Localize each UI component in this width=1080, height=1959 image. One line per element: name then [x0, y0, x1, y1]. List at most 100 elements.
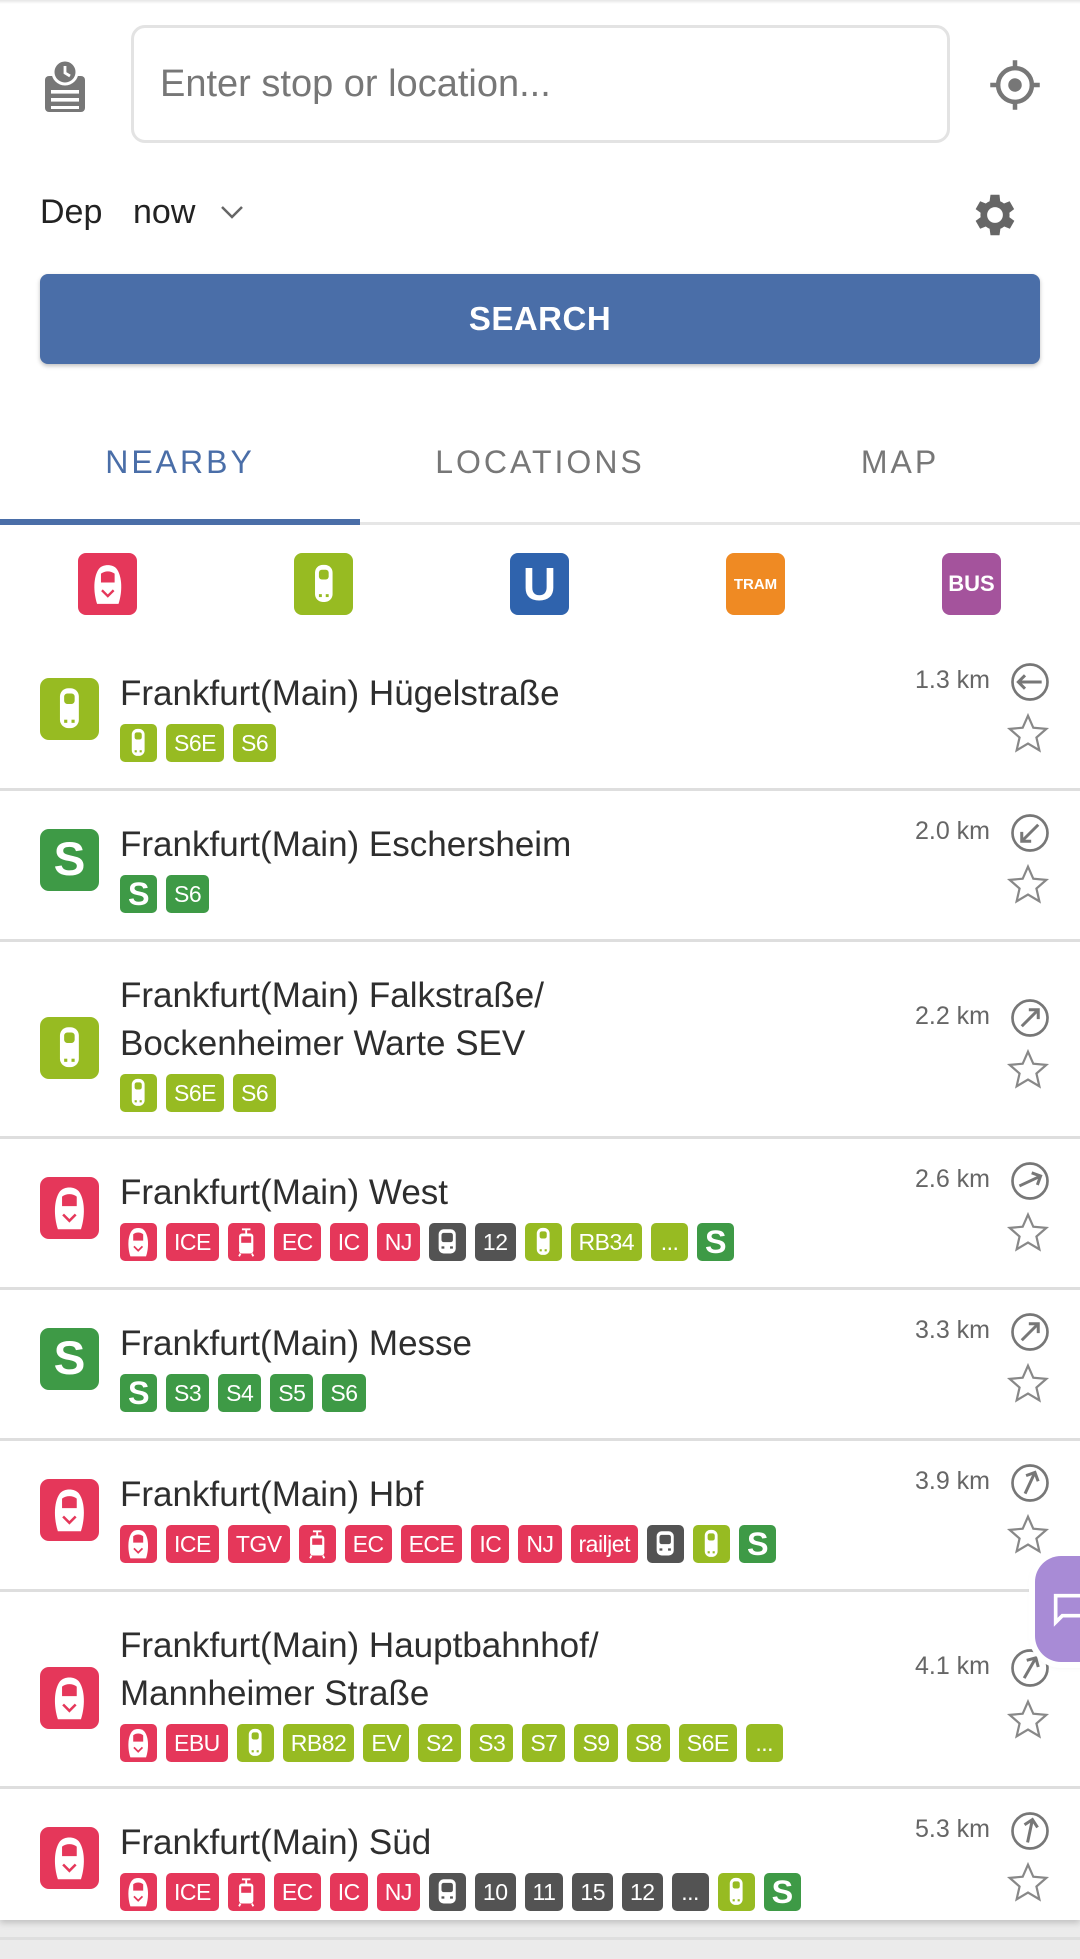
distance: 3.9 km — [914, 1467, 990, 1495]
line-badge: S6 — [232, 724, 277, 762]
station-name: Frankfurt(Main) West — [120, 1173, 449, 1212]
favorite-star-icon[interactable] — [1006, 1362, 1050, 1406]
line-badge: NJ — [376, 1873, 420, 1911]
sbahn-icon: S — [697, 1223, 735, 1261]
station-row[interactable]: Frankfurt(Main) Hbf ICE TGV EC ECE IC NJ railje… — [0, 1441, 1080, 1592]
line-badge: RB82 — [282, 1724, 355, 1762]
direction-arrow-icon — [1011, 1162, 1049, 1200]
line-badges: S S6 — [120, 875, 950, 913]
filter-ubahn-icon[interactable]: U — [510, 553, 569, 615]
favorite-star-icon[interactable] — [1006, 1211, 1050, 1255]
station-name: Frankfurt(Main) Eschersheim — [120, 825, 572, 864]
sbahn-logo-text: S — [127, 875, 150, 912]
ubahn-icon: U — [522, 558, 557, 610]
line-badge: IC — [329, 1873, 368, 1911]
tab-bar: NEARBY LOCATIONS MAP — [0, 420, 1080, 525]
line-badge: ... — [671, 1873, 709, 1911]
favorite-star-icon[interactable] — [1006, 712, 1050, 756]
search-button[interactable]: SEARCH — [40, 274, 1040, 364]
line-badges: ICE EC IC NJ 10 11 15 12... S — [120, 1873, 950, 1911]
line-badge: EC — [344, 1525, 392, 1563]
distance: 3.3 km — [914, 1316, 990, 1344]
station-row[interactable]: Frankfurt(Main) Hauptbahnhof/ Mannheimer… — [0, 1592, 1080, 1789]
line-badge: 10 — [474, 1873, 516, 1911]
direction-arrow-icon — [1011, 663, 1049, 701]
line-badge: S2 — [418, 1724, 462, 1762]
sbahn-icon: S — [738, 1525, 776, 1563]
filter-bus-icon[interactable]: BUS — [942, 553, 1001, 615]
favorite-star-icon[interactable] — [1006, 863, 1050, 907]
filter-regional-train-icon[interactable] — [294, 553, 353, 615]
departure-mode-label[interactable]: Dep — [40, 193, 102, 232]
line-badges: S6E S6 — [120, 724, 950, 762]
favorite-star-icon[interactable] — [1006, 1698, 1050, 1742]
favorite-star-icon[interactable] — [1006, 1513, 1050, 1557]
ice-icon — [120, 1223, 157, 1261]
favorite-star-icon[interactable] — [1006, 1861, 1050, 1905]
station-name: Frankfurt(Main) Hbf — [120, 1475, 424, 1514]
station-row[interactable]: Frankfurt(Main) West ICE EC IC NJ 12 RB34... S 2… — [0, 1139, 1080, 1290]
time-select[interactable]: now — [133, 193, 195, 232]
favorite-star-icon[interactable] — [1006, 1048, 1050, 1092]
tab-nearby[interactable]: NEARBY — [0, 420, 360, 525]
bus-icon — [428, 1223, 466, 1261]
line-badge: EBU — [166, 1724, 228, 1762]
regional-station-icon — [40, 1017, 99, 1079]
distance: 2.6 km — [914, 1165, 990, 1193]
line-badge: S6 — [322, 1374, 366, 1412]
filter-tram-icon[interactable]: TRAM — [726, 553, 785, 615]
nearby-stations-list: Frankfurt(Main) Hügelstraße S6E S6 1.3 km S F… — [0, 640, 1080, 1940]
direction-arrow-icon — [1011, 814, 1049, 852]
regional-train-icon — [314, 564, 333, 602]
line-badge: S7 — [522, 1724, 566, 1762]
transport-filter-bar: U TRAM BUS — [0, 553, 1080, 617]
chat-bubble-button[interactable] — [1035, 1556, 1080, 1662]
search-input[interactable] — [131, 25, 950, 143]
line-badge: S3 — [166, 1374, 210, 1412]
sbahn-station-icon: S — [40, 829, 99, 891]
line-badge: S9 — [574, 1724, 618, 1762]
sbahn-logo-text: S — [53, 1332, 86, 1386]
train-icon — [227, 1873, 265, 1911]
sbahn-logo-text: S — [771, 1873, 794, 1910]
sbahn-icon: S — [120, 1374, 157, 1412]
ice-station-icon — [40, 1177, 99, 1239]
regional-icon — [236, 1724, 274, 1762]
station-row[interactable]: S Frankfurt(Main) Eschersheim S S6 2.0 km — [0, 791, 1080, 942]
status-shadow — [0, 0, 1080, 4]
app: Dep now SEARCH NEARBY LOCATIONS MAP U TRA… — [0, 0, 1080, 1940]
ice-icon — [120, 1525, 157, 1563]
station-row[interactable]: Frankfurt(Main) Falkstraße/ Bockenheimer… — [0, 942, 1080, 1139]
tab-locations[interactable]: LOCATIONS — [360, 420, 720, 522]
station-row[interactable]: S Frankfurt(Main) Messe S S3 S4 S5 S6 3.3 km — [0, 1290, 1080, 1441]
station-row[interactable]: Frankfurt(Main) Süd ICE EC IC NJ 10 11 15 12... S… — [0, 1789, 1080, 1940]
chat-icon — [1053, 1593, 1080, 1627]
line-badge: 12 — [474, 1223, 516, 1261]
bus-icon: BUS — [948, 571, 995, 596]
line-badges: ICE TGV EC ECE IC NJ railjet S — [120, 1525, 950, 1563]
ice-station-icon — [40, 1827, 99, 1889]
direction-arrow-icon — [1011, 1464, 1049, 1502]
line-badge: EV — [363, 1724, 410, 1762]
line-badge: EC — [273, 1223, 321, 1261]
ice-icon — [94, 564, 121, 604]
history-icon[interactable] — [40, 58, 90, 114]
sbahn-logo-text: S — [53, 833, 86, 887]
filter-ice-icon[interactable] — [78, 553, 137, 615]
ice-icon — [120, 1873, 157, 1911]
line-badge: S6 — [166, 875, 210, 913]
line-badge: NJ — [518, 1525, 562, 1563]
my-location-icon[interactable] — [988, 58, 1042, 112]
chevron-down-icon[interactable] — [218, 201, 246, 223]
ice-station-icon — [40, 1667, 99, 1729]
line-badge: S3 — [470, 1724, 514, 1762]
station-row[interactable]: Frankfurt(Main) Hügelstraße S6E S6 1.3 km — [0, 640, 1080, 791]
line-badge: IC — [329, 1223, 368, 1261]
tab-map[interactable]: MAP — [720, 420, 1080, 522]
line-badge: S4 — [218, 1374, 262, 1412]
regional-icon — [120, 1074, 157, 1112]
line-badge: S6E — [678, 1724, 737, 1762]
line-badge: ... — [651, 1223, 689, 1261]
line-badge: ECE — [400, 1525, 463, 1563]
gear-icon[interactable] — [968, 188, 1022, 242]
